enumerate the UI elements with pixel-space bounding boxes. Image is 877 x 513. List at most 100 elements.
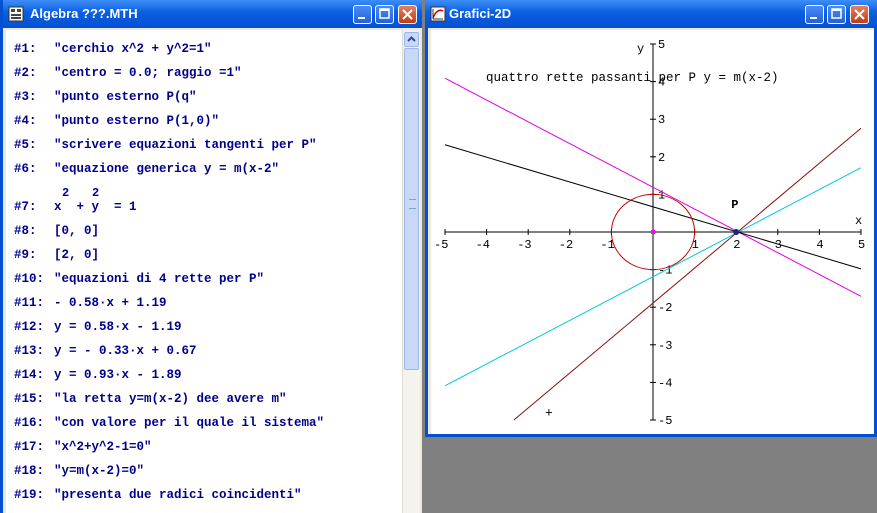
expression-text: "punto esterno P(q": [54, 90, 197, 104]
grafici-minimize-button[interactable]: [805, 5, 824, 24]
circle-center-point: [651, 230, 655, 234]
maximize-icon: [831, 8, 842, 19]
expression-label: #13:: [14, 344, 45, 358]
algebra-title: Algebra ???.MTH: [30, 6, 138, 21]
maximize-button[interactable]: [375, 5, 394, 24]
expression-line[interactable]: #18: "y=m(x-2)=0": [14, 464, 144, 478]
y-tick-label: -2: [658, 301, 672, 315]
minimize-icon: [810, 17, 817, 19]
grafici-titlebar[interactable]: Grafici-2D: [425, 0, 877, 28]
point-p-label: P: [731, 198, 738, 212]
expression-label: #4:: [14, 114, 37, 128]
grafici-title: Grafici-2D: [449, 6, 512, 21]
expression-line[interactable]: #8: [0, 0]: [14, 224, 99, 238]
expression-line[interactable]: #6: "equazione generica y = m(x-2": [14, 162, 279, 176]
expression-line[interactable]: #3: "punto esterno P(q": [14, 90, 197, 104]
y-tick-label: -5: [658, 414, 672, 428]
scroll-thumb[interactable]: [404, 48, 419, 370]
x-tick-label: 2: [733, 238, 740, 252]
cross-cursor: +: [545, 405, 553, 420]
expression-text: "scrivere equazioni tangenti per P": [54, 138, 317, 152]
expression-line[interactable]: #15: "la retta y=m(x-2) dee avere m": [14, 392, 287, 406]
expression-line[interactable]: #17: "x^2+y^2-1=0": [14, 440, 152, 454]
close-icon: [854, 9, 865, 20]
expression-text: y = 0.58·x - 1.19: [54, 320, 182, 334]
expression-text: [2, 0]: [54, 248, 100, 262]
maximize-icon: [379, 8, 390, 19]
expression-label: #5:: [14, 138, 37, 152]
expression-line[interactable]: #7: x + y = 1: [14, 200, 137, 214]
x-axis-label: x: [855, 214, 862, 228]
grafici-2d-window: Grafici-2D -5-4-3-2-11234554321-1-2-3-4-…: [425, 0, 877, 437]
algebra-titlebar[interactable]: Algebra ???.MTH: [3, 0, 422, 28]
expression-text: x + y = 1: [54, 200, 137, 214]
chevron-up-icon: [407, 36, 416, 42]
graph-window-icon: [430, 6, 446, 22]
expression-text: "con valore per il quale il sistema": [54, 416, 325, 430]
expression-line[interactable]: #10: "equazioni di 4 rette per P": [14, 272, 264, 286]
x-tick-label: 5: [858, 238, 865, 252]
expression-label: #7:: [14, 200, 37, 214]
vertical-scrollbar[interactable]: [402, 30, 420, 513]
expression-text: "equazione generica y = m(x-2": [54, 162, 280, 176]
plot-annotation: quattro rette passanti per P y = m(x-2): [486, 71, 779, 85]
plot-area[interactable]: -5-4-3-2-11234554321-1-2-3-4-5xyPquattro…: [431, 30, 874, 434]
expression-label: #1:: [14, 42, 37, 56]
expression-label: #10:: [14, 272, 45, 286]
superscript-exponent: 2: [62, 186, 70, 200]
expression-line[interactable]: #9: [2, 0]: [14, 248, 99, 262]
expression-label: #2:: [14, 66, 37, 80]
y-tick-label: 5: [658, 38, 665, 52]
x-tick-label: -4: [476, 238, 490, 252]
expression-line[interactable]: #4: "punto esterno P(1,0)": [14, 114, 219, 128]
expression-line[interactable]: #16: "con valore per il quale il sistema": [14, 416, 324, 430]
grafici-maximize-button[interactable]: [827, 5, 846, 24]
y-axis-label: y: [637, 42, 644, 56]
expression-label: #9:: [14, 248, 37, 262]
expression-line[interactable]: #2: "centro = 0.0; raggio =1": [14, 66, 242, 80]
y-tick-label: -4: [658, 376, 672, 390]
expression-label: #6:: [14, 162, 37, 176]
expression-label: #12:: [14, 320, 45, 334]
expression-text: y = 0.93·x - 1.89: [54, 368, 182, 382]
expression-text: "x^2+y^2-1=0": [54, 440, 152, 454]
algebra-window: Algebra ???.MTH #1: "cerchio x^2 + y^2=1"…: [0, 0, 422, 513]
x-tick-label: -5: [434, 238, 448, 252]
expression-text: "cerchio x^2 + y^2=1": [54, 42, 212, 56]
minimize-button[interactable]: [353, 5, 372, 24]
expression-line[interactable]: #19: "presenta due radici coincidenti": [14, 488, 302, 502]
close-icon: [402, 9, 413, 20]
expression-label: #18:: [14, 464, 45, 478]
expression-label: #11:: [14, 296, 45, 310]
expression-text: "la retta y=m(x-2) dee avere m": [54, 392, 287, 406]
expression-line[interactable]: #13: y = - 0.33·x + 0.67: [14, 344, 197, 358]
expression-line[interactable]: #1: "cerchio x^2 + y^2=1": [14, 42, 212, 56]
expression-line[interactable]: #5: "scrivere equazioni tangenti per P": [14, 138, 317, 152]
expression-label: #8:: [14, 224, 37, 238]
expression-label: #19:: [14, 488, 45, 502]
expression-label: #17:: [14, 440, 45, 454]
scroll-grip: [409, 199, 416, 209]
expression-text: "presenta due radici coincidenti": [54, 488, 302, 502]
expression-line[interactable]: #12: y = 0.58·x - 1.19: [14, 320, 182, 334]
derive-app-icon: [8, 6, 24, 22]
grafici-close-button[interactable]: [850, 5, 869, 24]
expression-label: #14:: [14, 368, 45, 382]
expression-label: #3:: [14, 90, 37, 104]
expression-text: "equazioni di 4 rette per P": [54, 272, 265, 286]
close-button[interactable]: [398, 5, 417, 24]
expression-text: "y=m(x-2)=0": [54, 464, 145, 478]
expression-text: y = - 0.33·x + 0.67: [54, 344, 197, 358]
expression-line[interactable]: #14: y = 0.93·x - 1.89: [14, 368, 182, 382]
scroll-up-button[interactable]: [404, 32, 419, 47]
point-p-marker: [733, 229, 740, 235]
expression-label: #16:: [14, 416, 45, 430]
expression-label: #15:: [14, 392, 45, 406]
y-tick-label: 3: [658, 113, 665, 127]
y-tick-label: 2: [658, 151, 665, 165]
expression-text: "centro = 0.0; raggio =1": [54, 66, 242, 80]
expression-line[interactable]: #11: - 0.58·x + 1.19: [14, 296, 167, 310]
minimize-icon: [358, 17, 365, 19]
algebra-expression-list[interactable]: #1: "cerchio x^2 + y^2=1" #2: "centro = 0.0…: [6, 30, 402, 513]
y-tick-label: -3: [658, 339, 672, 353]
